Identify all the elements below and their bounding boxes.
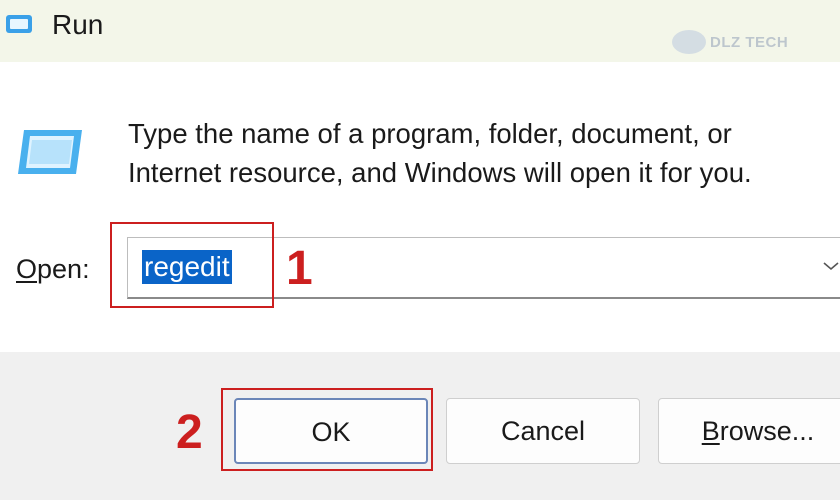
chevron-down-icon[interactable] <box>820 258 840 274</box>
step-2-label: 2 <box>176 406 203 459</box>
dialog-footer: OK Cancel Browse... 2 <box>0 352 840 500</box>
dialog-body: Type the name of a program, folder, docu… <box>0 62 840 352</box>
cancel-button[interactable]: Cancel <box>446 398 640 464</box>
watermark: DLZ TECH <box>672 26 798 58</box>
open-label-accelerator: O <box>16 254 38 284</box>
open-label: Open: <box>16 252 90 286</box>
step-1-highlight <box>110 222 274 308</box>
watermark-text: DLZ TECH <box>710 33 789 51</box>
step-1-label: 1 <box>286 242 313 295</box>
watermark-logo <box>672 30 706 54</box>
dialog-prompt: Type the name of a program, folder, docu… <box>128 114 828 192</box>
run-app-icon <box>18 130 82 174</box>
open-label-text: pen: <box>37 254 90 284</box>
browse-button[interactable]: Browse... <box>658 398 840 464</box>
browse-label: rowse... <box>719 416 815 446</box>
prompt-line-1: Type the name of a program, folder, docu… <box>128 118 732 149</box>
prompt-line-2: Internet resource, and Windows will open… <box>128 157 752 188</box>
run-icon <box>6 15 32 33</box>
step-2-highlight <box>221 388 433 471</box>
title-bar: Run DLZ TECH <box>0 0 840 62</box>
browse-accelerator: B <box>701 416 720 446</box>
window-title: Run <box>52 9 104 40</box>
